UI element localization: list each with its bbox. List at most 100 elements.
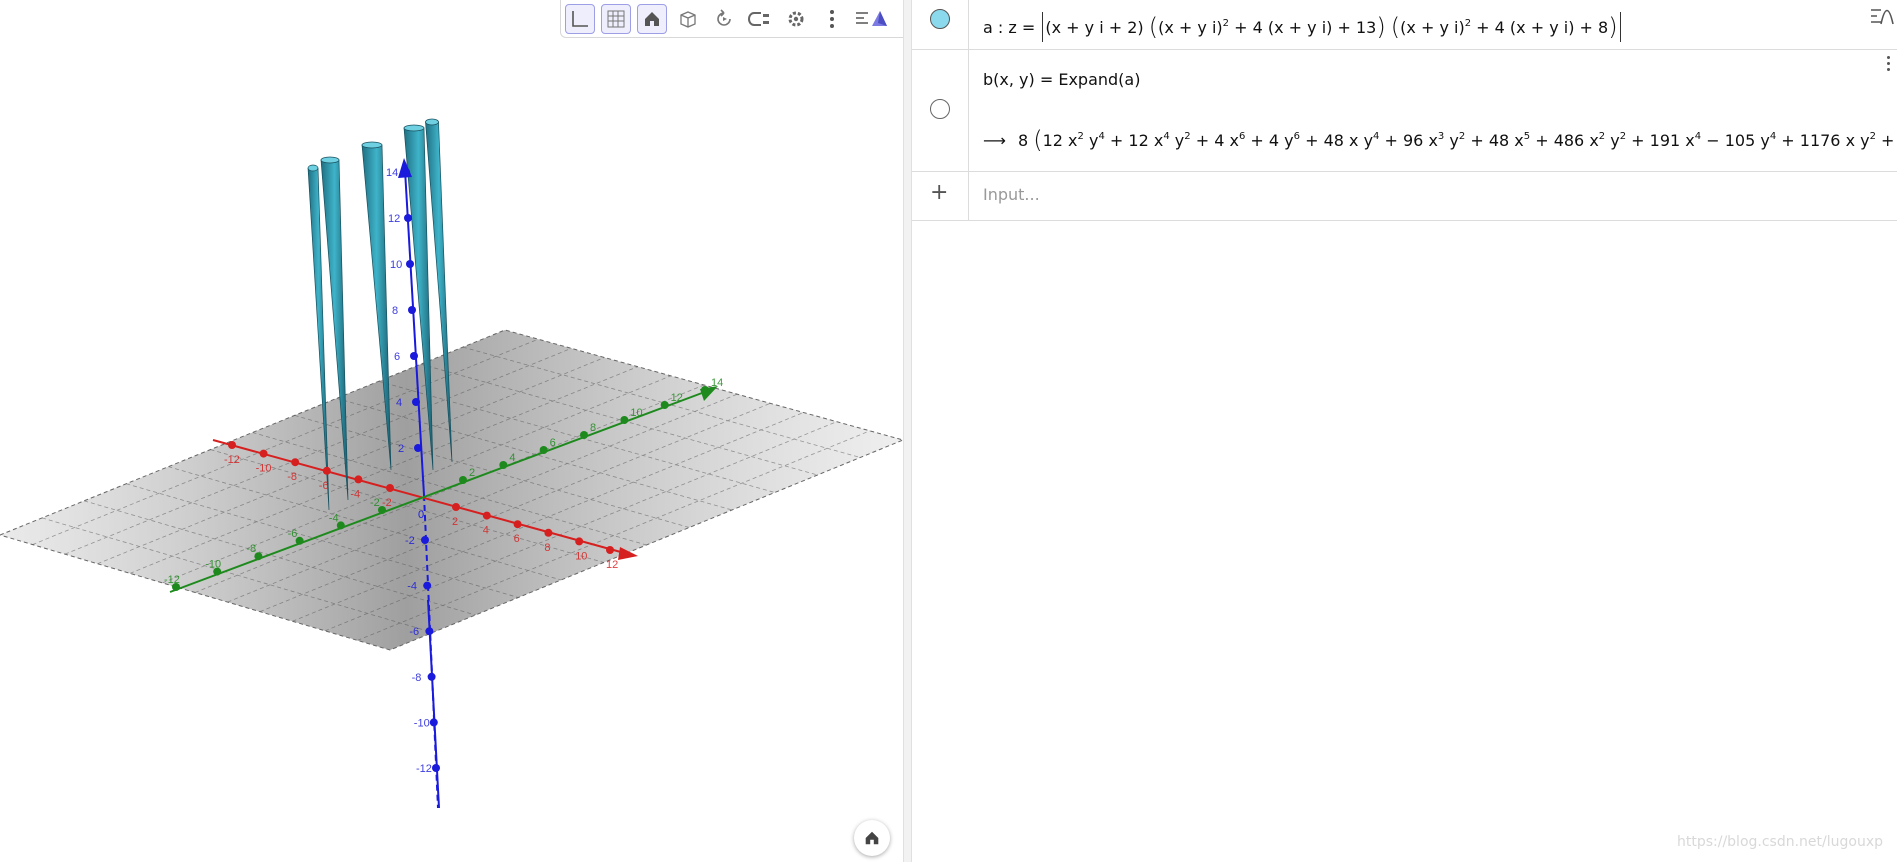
graphics-3d-view[interactable]: -12 -10 -8 -6 -4 -2 2 4 6 8 10 12 -12 -10 -8 -6 -4 -2 2 4 6 8…	[0, 0, 903, 862]
formula-b-expanded: 8 (12 x2 y4 + 12 x4 y2 + 4 x6 + 4 y6 + 4…	[1017, 126, 1897, 154]
z-axis-tick-label: -6	[409, 626, 419, 638]
x-axis-tick-label: 10	[575, 550, 587, 562]
y-axis-tick	[620, 416, 629, 424]
algebra-view: a : z = (x + y i + 2) ((x + y i)2 + 4 (x…	[912, 0, 1897, 862]
row-gutter: +	[912, 172, 969, 220]
y-axis-tick-label: -6	[288, 528, 298, 540]
y-axis-tick-label: 10	[630, 407, 642, 419]
x-axis-tick	[386, 484, 394, 492]
y-axis-tick	[701, 386, 709, 394]
y-axis-tick	[660, 401, 669, 409]
y-axis-tick-label: 4	[509, 452, 515, 464]
result-arrow: ⟶	[983, 131, 1006, 150]
y-axis-tick-label: -12	[164, 574, 180, 586]
x-axis-tick-label: 6	[514, 533, 520, 545]
y-axis-tick-label: 8	[590, 422, 596, 434]
home-icon	[865, 831, 879, 845]
abs-bar-left	[1042, 12, 1044, 42]
algebra-input-row[interactable]: + Input...	[912, 172, 1897, 221]
z-axis-tick	[402, 168, 410, 176]
z-axis-tick-label: -12	[416, 763, 432, 775]
grid-toggle-icon[interactable]	[601, 3, 631, 34]
algebra-row-a[interactable]: a : z = (x + y i + 2) ((x + y i)2 + 4 (x…	[912, 0, 1897, 50]
y-axis-tick-label: 14	[711, 377, 723, 389]
z-axis-tick-label: 2	[398, 443, 404, 455]
y-axis-tick	[499, 461, 508, 469]
z-axis-tick-label: 8	[392, 305, 398, 317]
z-axis-tick	[404, 214, 412, 222]
z-axis-tick	[410, 352, 418, 360]
x-axis-tick	[322, 466, 331, 475]
y-axis-tick	[580, 431, 588, 439]
row-gutter	[912, 0, 969, 49]
x-axis-tick-label: 12	[606, 559, 618, 571]
clipping-cube-icon[interactable]	[673, 4, 703, 34]
algebra-row-b[interactable]: b(x, y) = Expand(a) ⟶ 8 (12 x2 y4 + 12 x4…	[912, 50, 1897, 172]
y-axis-tick-label: -10	[205, 559, 221, 571]
z-axis-tick	[427, 672, 436, 681]
z-axis-tick	[408, 306, 416, 314]
x-axis-tick	[259, 449, 268, 458]
more-vertical-icon[interactable]	[817, 4, 847, 34]
formula-a[interactable]: a : z = (x + y i + 2) ((x + y i)2 + 4 (x…	[983, 12, 1623, 42]
spike-rim	[361, 141, 383, 149]
x-axis-tick-label: -6	[319, 480, 329, 492]
algebra-style-icon	[1871, 9, 1894, 25]
z-axis-tick-label: -8	[412, 672, 422, 684]
z-axis-tick-label: -2	[405, 535, 415, 547]
y-axis-tick-label: 12	[671, 392, 683, 404]
z-axis-tick	[429, 718, 438, 727]
axes-toggle-icon[interactable]	[565, 3, 595, 34]
z-axis-tick-label: 4	[396, 397, 402, 409]
z-axis-tick	[423, 581, 432, 590]
add-plus-icon[interactable]: +	[930, 180, 948, 205]
settings-gear-icon[interactable]	[781, 4, 811, 34]
y-axis-tick-label: 2	[469, 467, 475, 479]
rotate-view-icon[interactable]	[709, 4, 739, 34]
spike-rim	[403, 124, 425, 132]
y-axis-tick-label: 6	[550, 437, 556, 449]
home-view-button[interactable]	[854, 820, 890, 856]
row-menu-icon[interactable]	[1887, 56, 1893, 71]
z-axis-tick	[432, 764, 440, 772]
x-axis-tick-label: -4	[350, 488, 360, 500]
view-divider[interactable]	[903, 0, 912, 862]
z-axis-tick-label: -4	[407, 581, 417, 593]
formula-a-prefix: a : z =	[983, 18, 1036, 37]
y-axis-tick-label: -8	[246, 543, 256, 555]
formula-a-body: (x + y i + 2) ((x + y i)2 + 4 (x + y i) …	[1045, 13, 1618, 41]
x-axis-tick	[575, 537, 584, 546]
row-gutter	[912, 50, 969, 171]
z-axis-tick-label: 6	[394, 351, 400, 363]
visibility-toggle-a[interactable]	[930, 9, 950, 29]
y-axis-tick-label: -2	[370, 497, 380, 509]
y-axis-tick	[539, 446, 548, 454]
y-axis-tick-label: -4	[329, 512, 339, 524]
graphics-toolbar	[560, 0, 903, 38]
x-axis-tick	[228, 441, 236, 449]
projection-icon[interactable]	[745, 4, 775, 34]
x-axis-tick-label: 4	[483, 525, 489, 537]
x-axis-tick-label: -12	[224, 454, 240, 466]
x-axis-tick	[606, 546, 614, 554]
style-bar-toggle-icon[interactable]	[853, 4, 889, 34]
formula-b-definition[interactable]: b(x, y) = Expand(a)	[983, 70, 1140, 89]
algebra-style-button[interactable]	[1867, 4, 1897, 32]
formula-b-result: ⟶ 8 (12 x2 y4 + 12 x4 y2 + 4 x6 + 4 y6 + …	[983, 126, 1897, 154]
x-axis-tick	[291, 458, 300, 467]
scene-canvas[interactable]: -12 -10 -8 -6 -4 -2 2 4 6 8 10 12 -12 -10 -8 -6 -4 -2 2 4 6 8…	[0, 0, 903, 862]
x-axis-tick	[544, 528, 553, 537]
y-axis-tick	[459, 476, 467, 484]
visibility-toggle-b[interactable]	[930, 99, 950, 119]
home-view-icon[interactable]	[637, 3, 667, 34]
input-bar[interactable]: Input...	[983, 185, 1040, 204]
x-axis-tick	[452, 503, 460, 511]
x-axis-tick-label: -10	[256, 463, 272, 475]
x-axis-tick-label: 8	[544, 542, 550, 554]
z-axis-tick-label: 10	[390, 259, 402, 271]
origin-label: 0	[418, 509, 424, 521]
abs-bar-right	[1619, 12, 1621, 42]
x-axis-tick	[482, 511, 491, 520]
z-axis-tick-label: 14	[386, 167, 398, 179]
z-axis-tick-label: 12	[388, 213, 400, 225]
